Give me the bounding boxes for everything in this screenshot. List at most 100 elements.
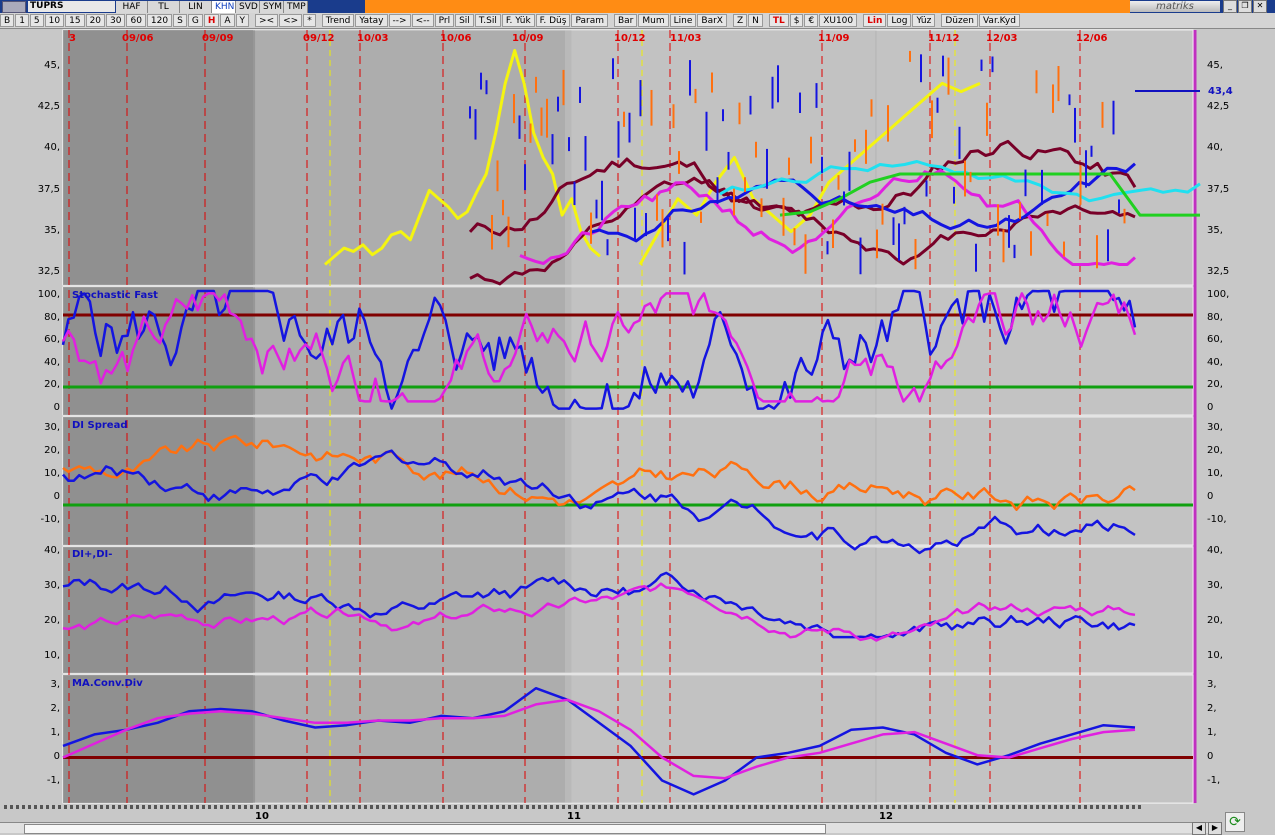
ruler-tick [718,805,721,809]
ruler-tick [340,805,343,809]
ruler-tick [100,805,103,809]
price-panel-band [255,30,572,285]
ruler-tick [346,805,349,809]
macd-tick-right: 1, [1207,727,1217,738]
ruler-tick [964,805,967,809]
ruler-tick [136,805,139,809]
price-tick-left: 42,5 [37,101,60,113]
di-spread-label: DI Spread [72,420,128,431]
date-label: 11/03 [670,33,702,44]
ruler-tick [544,805,547,809]
price-tick-right: 35, [1207,224,1223,236]
ruler-tick [148,805,151,809]
ruler-tick [916,805,919,809]
macd-tick-right: 0 [1207,751,1214,762]
ruler-tick [796,805,799,809]
ruler-tick [508,805,511,809]
ruler-tick [1102,805,1105,809]
ruler-tick [64,805,67,809]
refresh-icon[interactable]: ⟳ [1225,812,1245,832]
ruler-tick [784,805,787,809]
stoch-tick-left: 100, [37,289,60,300]
date-label: 09/06 [122,33,154,44]
ruler-tick [586,805,589,809]
horizontal-scrollbar[interactable] [0,822,1210,834]
ruler-tick [418,805,421,809]
ruler-tick [1096,805,1099,809]
ruler-tick [658,805,661,809]
ruler-tick [88,805,91,809]
ruler-tick [370,805,373,809]
ruler-tick [58,805,61,809]
spread-tick-left: -10, [40,514,60,525]
month-label: 10 [255,811,269,822]
stochastic-panel-band [876,287,1193,415]
ruler-tick [1006,805,1009,809]
ruler-tick [838,805,841,809]
ruler-tick [526,805,529,809]
ruler-tick [580,805,583,809]
ruler-tick [598,805,601,809]
spread-tick-right: 0 [1207,491,1214,502]
ruler-tick [1114,805,1117,809]
ruler-tick [160,805,163,809]
ruler-tick [904,805,907,809]
ruler-tick [1036,805,1039,809]
ruler-tick [802,805,805,809]
ruler-tick [676,805,679,809]
ruler-tick [694,805,697,809]
ruler-tick [1042,805,1045,809]
ruler-tick [808,805,811,809]
di-label: DI+,DI- [72,549,113,560]
ruler-tick [928,805,931,809]
scroll-right-icon[interactable]: ▶ [1208,822,1222,835]
di-tick-left: 30, [44,580,60,591]
macd-panel-band [255,675,572,803]
macd-panel-shade [63,675,253,803]
ruler-tick [550,805,553,809]
di-panel-band [876,547,1193,673]
price-tick-left: 35, [44,224,60,236]
ruler-tick [364,805,367,809]
ruler-tick [502,805,505,809]
date-label: 09/12 [303,33,335,44]
stoch-tick-left: 40, [44,356,60,368]
ruler-tick [172,805,175,809]
ruler-tick [574,805,577,809]
ruler-tick [832,805,835,809]
ruler-tick [1090,805,1093,809]
di-tick-left: 10, [44,650,60,661]
ruler-tick [1048,805,1051,809]
di-panel-band [255,547,572,673]
ruler-tick [442,805,445,809]
ruler-tick [214,805,217,809]
ruler-tick [478,805,481,809]
macd-tick-right: 2, [1207,703,1217,714]
spread-tick-left: 10, [44,468,60,479]
ruler-tick [256,805,259,809]
ruler-tick [724,805,727,809]
date-label: 10/09 [512,33,544,44]
ruler-tick [352,805,355,809]
ruler-tick [568,805,571,809]
scroll-left-icon[interactable]: ◀ [1192,822,1206,835]
ruler-tick [400,805,403,809]
price-tick-right: 32,5 [1207,266,1230,277]
ruler-tick [556,805,559,809]
ruler-tick [850,805,853,809]
stoch-tick-right: 80, [1207,311,1223,323]
ruler-tick [268,805,271,809]
chart-canvas[interactable] [0,0,1275,833]
ruler-tick [994,805,997,809]
ruler-tick [28,805,31,809]
macd-tick-left: 2, [50,703,60,714]
date-label: 09/09 [202,33,234,44]
spread-tick-right: 10, [1207,468,1223,479]
ruler-tick [1072,805,1075,809]
last-price-label: 43,4 [1208,86,1233,97]
ruler-tick [4,805,7,809]
ruler-tick [862,805,865,809]
ruler-tick [376,805,379,809]
ruler-tick [334,805,337,809]
ruler-tick [730,805,733,809]
